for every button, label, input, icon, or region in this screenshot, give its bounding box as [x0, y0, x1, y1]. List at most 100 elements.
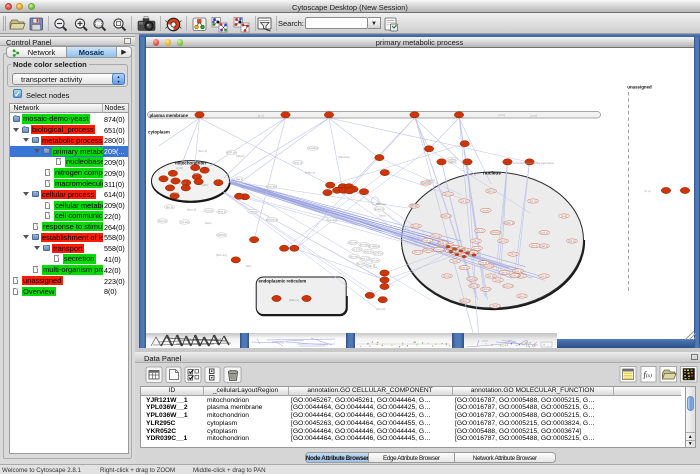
- svg-text:(bn s): (bn s): [165, 204, 172, 208]
- svg-text:(box d): (box d): [293, 160, 302, 164]
- svg-text:(nnx): (nnx): [451, 259, 457, 263]
- svg-text:(rad s): (rad s): [539, 244, 547, 248]
- svg-text:(sn c): (sn c): [435, 247, 442, 251]
- svg-text:(ea vol): (ea vol): [327, 218, 336, 222]
- svg-text:mitochondrion: mitochondrion: [175, 160, 206, 165]
- svg-text:(pre c): (pre c): [517, 294, 525, 298]
- svg-text:[c:m]: [c:m]: [530, 113, 537, 117]
- svg-text:(hbox): (hbox): [236, 154, 245, 158]
- svg-text:(mrp): (mrp): [172, 191, 179, 195]
- svg-text:(sec 12): (sec 12): [359, 256, 369, 260]
- svg-text:(box b): (box b): [158, 219, 167, 223]
- svg-text:(pol x): (pol x): [432, 234, 440, 238]
- svg-text:(tRNA): (tRNA): [491, 230, 500, 234]
- svg-text:(memb s): (memb s): [266, 217, 278, 221]
- svg-text:[c n]: [c n]: [258, 113, 264, 117]
- svg-text:(bx 27): (bx 27): [356, 262, 365, 266]
- svg-text:(nb c): (nb c): [509, 252, 516, 256]
- svg-text:(bn): (bn): [411, 202, 416, 206]
- svg-text:(nc b): (nc b): [460, 199, 467, 203]
- svg-text:(nxd): (nxd): [482, 208, 488, 212]
- svg-text:(bx d): (bx d): [500, 270, 507, 274]
- svg-text:(GAL s): (GAL s): [438, 241, 448, 245]
- svg-text:(bn vb): (bn vb): [349, 254, 358, 258]
- svg-text:endoplasmic reticulum: endoplasmic reticulum: [258, 278, 306, 283]
- svg-text:(box d): (box d): [469, 284, 478, 288]
- svg-text:recombination (DNA repl nbox): recombination (DNA repl nbox): [513, 161, 554, 165]
- svg-text:(spl c): (spl c): [423, 238, 431, 242]
- svg-text:(bcx): (bcx): [491, 304, 497, 308]
- svg-text:(S-rRNA): (S-rRNA): [368, 244, 380, 248]
- svg-text:(bn x): (bn x): [476, 228, 483, 232]
- svg-text:(nn d): (nn d): [205, 208, 212, 212]
- svg-text:+: +: [543, 343, 545, 347]
- svg-text:(bb vb): (bb vb): [348, 240, 357, 244]
- svg-text:(bx n): (bx n): [413, 250, 420, 254]
- svg-text:(sdh): (sdh): [201, 183, 208, 187]
- svg-text:(Mito s): (Mito s): [289, 298, 299, 302]
- svg-text:(rad s): (rad s): [481, 287, 489, 291]
- svg-text:(bx d): (bx d): [447, 249, 454, 253]
- svg-text:(GPI b): (GPI b): [216, 233, 225, 237]
- svg-text:(nx s): (nx s): [540, 274, 547, 278]
- svg-text:(msh b): (msh b): [467, 277, 477, 281]
- svg-text:(nxd): (nxd): [560, 214, 566, 218]
- svg-text:(mRNA): (mRNA): [423, 248, 433, 252]
- svg-text:(orc b): (orc b): [498, 239, 506, 243]
- svg-text:(bx a): (bx a): [487, 274, 494, 278]
- svg-text:(bxb s): (bxb s): [363, 249, 372, 253]
- svg-text:(CDC s): (CDC s): [440, 214, 450, 218]
- svg-text:(tr 176): (tr 176): [352, 247, 361, 251]
- svg-text:(box s): (box s): [198, 149, 207, 153]
- svg-text:cytoplasm: cytoplasm: [148, 129, 170, 134]
- svg-text:nucleus: nucleus: [483, 170, 501, 175]
- svg-text:[c:m]: [c:m]: [498, 113, 505, 117]
- svg-text:(DNA r): (DNA r): [468, 250, 477, 254]
- svg-text:(cyb): (cyb): [176, 166, 183, 170]
- svg-text:(bn): (bn): [246, 264, 251, 268]
- svg-text:(box): (box): [379, 213, 386, 217]
- svg-text:(S-aden): (S-aden): [307, 146, 318, 150]
- svg-text:(box d): (box d): [187, 207, 196, 211]
- svg-text:(box sb): (box sb): [266, 184, 276, 188]
- svg-text:(mito b): (mito b): [305, 170, 315, 174]
- svg-text:(box s): (box s): [426, 178, 435, 182]
- svg-text:(box d): (box d): [376, 307, 385, 311]
- svg-text:(orc b): (orc b): [460, 265, 468, 269]
- svg-text:(rib x): (rib x): [461, 248, 468, 252]
- svg-text:(nc b): (nc b): [480, 260, 487, 264]
- svg-text:(bsx c): (bsx c): [217, 209, 225, 213]
- svg-text:(anae c): (anae c): [373, 207, 383, 211]
- svg-text:plasma membrane: plasma membrane: [149, 112, 188, 117]
- svg-text:unassigned: unassigned: [627, 84, 652, 89]
- svg-text:(bx n): (bx n): [529, 199, 536, 203]
- svg-text:(raffin): (raffin): [447, 160, 456, 164]
- svg-text:(cox): (cox): [179, 181, 186, 185]
- svg-text:(nb c): (nb c): [472, 239, 479, 243]
- svg-text:(nnx): (nnx): [494, 278, 500, 282]
- svg-text:(DNA r): (DNA r): [460, 299, 469, 303]
- svg-text:(box sn): (box sn): [216, 253, 227, 257]
- svg-text:(ea s): (ea s): [235, 177, 242, 181]
- svg-text:(nn b): (nn b): [473, 246, 480, 250]
- svg-text:(cdn b): (cdn b): [366, 264, 375, 268]
- svg-text:(nx vb): (nx vb): [370, 258, 379, 262]
- svg-text:(spl c): (spl c): [487, 189, 495, 193]
- svg-text:(bn d): (bn d): [412, 224, 419, 228]
- svg-text:(pol x): (pol x): [540, 230, 548, 234]
- svg-text:(bn d): (bn d): [530, 243, 537, 247]
- svg-text:(Glucos): (Glucos): [338, 155, 349, 159]
- svg-text:(box): (box): [204, 221, 211, 225]
- svg-text:(nbox): (nbox): [249, 209, 257, 213]
- svg-text:(exo c): (exo c): [513, 269, 522, 273]
- svg-text:(atp): (atp): [193, 171, 199, 175]
- svg-text:(bx vb): (bx vb): [359, 242, 368, 246]
- svg-text:(bn x): (bn x): [444, 192, 451, 196]
- svg-text:(bx a): (bx a): [568, 239, 575, 243]
- svg-text:(tr s): (tr s): [644, 189, 650, 193]
- svg-text:(Lsm c): (Lsm c): [503, 284, 512, 288]
- svg-text:(bn a): (bn a): [443, 274, 450, 278]
- svg-text:(cc sa): (cc sa): [180, 220, 188, 224]
- svg-text:(GAL s): (GAL s): [510, 273, 520, 277]
- svg-text:(bx): (bx): [375, 201, 380, 205]
